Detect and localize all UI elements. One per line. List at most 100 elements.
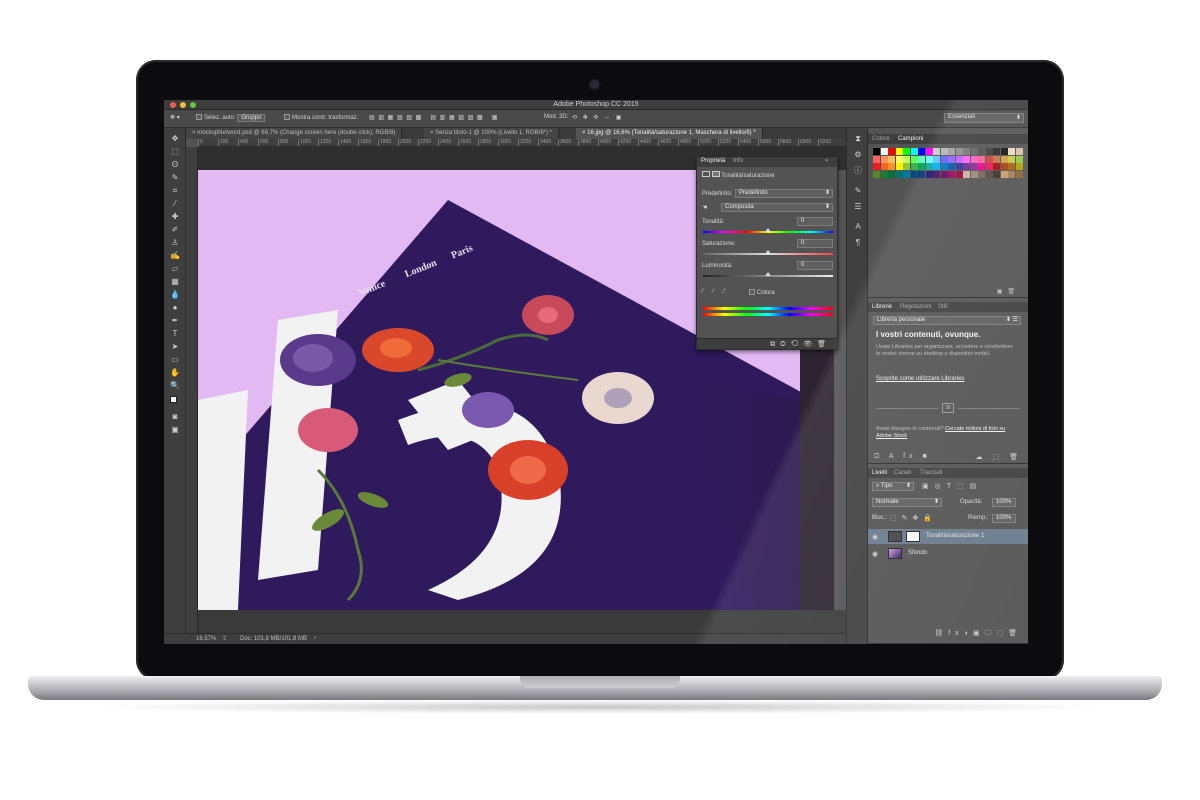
eyedropper-tool-icon[interactable]: ⁄ [170,199,180,209]
color-swatch[interactable] [985,155,993,163]
lightness-field[interactable]: 0 [797,261,833,270]
color-swatch[interactable] [1015,163,1023,170]
color-swatch[interactable] [873,163,880,170]
paragraph-icon[interactable]: ¶ [853,238,863,248]
color-swatch[interactable] [888,163,895,170]
saturation-slider-thumb[interactable] [765,250,771,254]
auto-select-option[interactable]: Selez. auto: Gruppo [196,114,266,122]
colorize-checkbox[interactable] [749,289,755,295]
color-swatch[interactable] [940,170,948,178]
colorize-option[interactable]: Colora [749,289,775,296]
libraries-footer-icons[interactable]: ⛋ A fx ■ [874,453,931,461]
color-swatch[interactable] [985,163,993,170]
color-swatches-icon[interactable] [170,396,180,406]
color-swatch[interactable] [948,170,955,178]
color-swatch[interactable] [880,148,888,155]
color-swatch[interactable] [970,163,978,170]
color-swatch[interactable] [903,148,910,155]
color-swatch[interactable] [985,148,993,155]
color-swatch[interactable] [880,170,888,178]
color-swatch[interactable] [970,148,978,155]
color-swatch[interactable] [1000,155,1008,163]
auto-select-dropdown[interactable]: Gruppo [237,114,266,122]
eraser-tool-icon[interactable]: ▱ [170,264,180,274]
color-swatch[interactable] [925,148,933,155]
preset-dropdown[interactable]: Predefinito ⬍ [735,189,833,198]
color-swatch[interactable] [963,170,970,178]
pen-tool-icon[interactable]: ✒ [170,316,180,326]
layers-footer-icons[interactable]: ⛓fx◑▣🗀⬚🗑 [934,629,1022,640]
color-swatch[interactable] [978,170,985,178]
tab-channels[interactable]: Canali [894,470,911,476]
color-swatch[interactable] [918,155,925,163]
color-swatch[interactable] [910,155,918,163]
color-swatch[interactable] [1015,148,1023,155]
color-swatch[interactable] [910,148,918,155]
marquee-tool-icon[interactable]: ⬚ [170,147,180,157]
layer-row-hue-saturation[interactable]: ◉ Tonalità/saturazione 1 [868,529,1028,544]
color-swatch[interactable] [918,170,925,178]
color-swatch[interactable] [955,170,963,178]
color-swatch[interactable] [873,170,880,178]
blur-tool-icon[interactable]: 💧 [170,290,180,300]
libraries-footer-icons-right[interactable]: ☁ ⬚ 🗑 [976,453,1022,461]
color-swatch[interactable] [903,163,910,170]
color-swatch[interactable] [1000,163,1008,170]
color-swatch[interactable] [1000,170,1008,178]
tab-untitled[interactable]: × Senza titolo-1 @ 100% (Livello 1, RGB/… [424,128,559,139]
color-swatch[interactable] [993,170,1000,178]
status-menu-icon[interactable]: › [314,635,316,641]
zoom-level[interactable]: 16,57% [196,636,216,642]
color-swatch[interactable] [993,148,1000,155]
color-swatch[interactable] [895,148,903,155]
color-swatch[interactable] [910,170,918,178]
color-swatch[interactable] [880,163,888,170]
info-icon[interactable]: ⓘ [853,166,863,176]
color-swatch[interactable] [1015,170,1023,178]
hand-tool-icon[interactable]: ✋ [170,368,180,378]
color-swatch[interactable] [940,163,948,170]
color-swatch[interactable] [880,155,888,163]
stamp-tool-icon[interactable]: ♙ [170,238,180,248]
tab-adjustments[interactable]: Regolazioni [900,304,931,310]
color-swatch[interactable] [955,155,963,163]
move-tool-icon[interactable]: ✥ [170,134,180,144]
history-icon[interactable]: ⧗ [853,134,863,144]
tab-info[interactable]: Info [733,158,743,164]
color-swatch[interactable] [970,170,978,178]
color-swatch[interactable] [955,148,963,155]
lightness-slider-thumb[interactable] [765,272,771,276]
color-swatch[interactable] [933,148,940,155]
adjustments-icon[interactable]: ⚙ [853,150,863,160]
tab-swatches[interactable]: Campioni [898,136,923,142]
channel-dropdown[interactable]: Composita ⬍ [721,203,833,212]
color-swatch[interactable] [978,163,985,170]
color-swatch[interactable] [873,148,880,155]
gradient-tool-icon[interactable]: ▦ [170,277,180,287]
color-swatch[interactable] [918,163,925,170]
character-icon[interactable]: A [853,222,863,232]
tab-mockup[interactable]: × mockupNetword.psd @ 66,7% (Change scre… [186,128,403,139]
share-icon[interactable]: ⇪ [222,635,227,642]
tab-libraries[interactable]: Librerie [872,304,892,310]
color-swatch[interactable] [948,163,955,170]
color-swatch[interactable] [925,155,933,163]
rectangle-tool-icon[interactable]: ▭ [170,355,180,365]
color-swatch[interactable] [925,163,933,170]
fill-field[interactable]: 100% [992,514,1016,523]
color-swatch[interactable] [888,170,895,178]
crop-tool-icon[interactable]: ⌗ [170,186,180,196]
quick-mask-icon[interactable]: ◙ [170,412,180,422]
color-swatch[interactable] [895,155,903,163]
properties-icon[interactable]: ☰ [853,202,863,212]
color-swatch[interactable] [948,148,955,155]
color-swatch[interactable] [955,163,963,170]
opacity-field[interactable]: 100% [992,498,1016,507]
color-swatch[interactable] [993,163,1000,170]
visibility-eye-icon[interactable]: ◉ [872,550,878,558]
color-swatch[interactable] [978,155,985,163]
eyedropper-icons[interactable]: ⁄ ⁄ ⁄ [702,289,728,295]
saturation-field[interactable]: 0 [797,239,833,248]
panel-collapse-icon[interactable]: » [825,158,828,164]
color-swatch[interactable] [993,155,1000,163]
